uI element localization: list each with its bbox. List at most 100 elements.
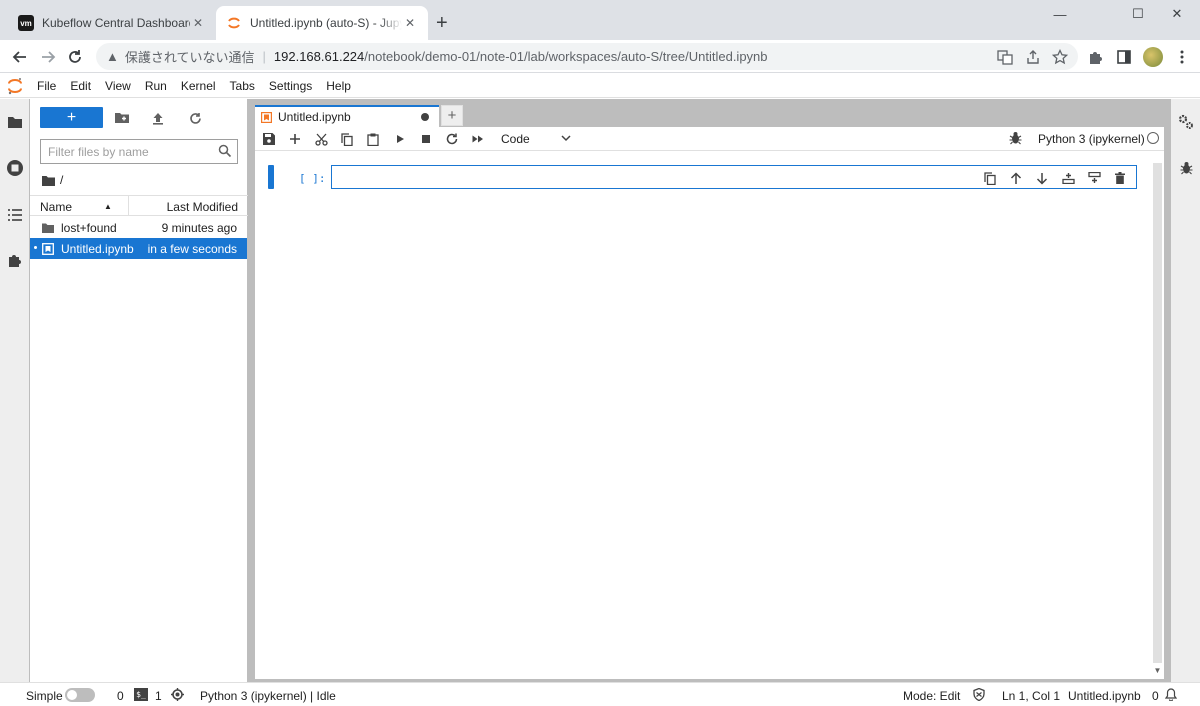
close-tab-icon[interactable]: ✕ bbox=[190, 15, 206, 31]
insert-below-icon[interactable] bbox=[1086, 170, 1102, 186]
insecure-label: 保護されていない通信 bbox=[124, 50, 255, 65]
window-close-button[interactable]: ✕ bbox=[1163, 6, 1191, 22]
filter-files-input[interactable]: Filter files by name bbox=[40, 139, 238, 164]
forward-arrow-icon[interactable] bbox=[37, 46, 59, 68]
menu-settings[interactable]: Settings bbox=[262, 79, 319, 93]
cut-icon[interactable] bbox=[313, 131, 329, 147]
new-folder-icon[interactable] bbox=[113, 109, 131, 127]
notebook-tab-icon bbox=[261, 111, 272, 123]
delete-cell-trash-icon[interactable] bbox=[1112, 170, 1128, 186]
save-icon[interactable] bbox=[261, 131, 277, 147]
table-of-contents-icon[interactable] bbox=[4, 204, 26, 226]
menu-edit[interactable]: Edit bbox=[63, 79, 98, 93]
search-icon bbox=[218, 144, 232, 158]
vertical-scrollbar[interactable] bbox=[1153, 163, 1162, 663]
file-row-lost-found[interactable]: lost+found 9 minutes ago bbox=[30, 217, 247, 238]
paste-icon[interactable] bbox=[365, 131, 381, 147]
notebook-tab[interactable]: Untitled.ipynb bbox=[255, 105, 439, 127]
chrome-menu-icon[interactable] bbox=[1173, 48, 1191, 66]
run-cell-icon[interactable] bbox=[392, 131, 408, 147]
cell-input-prompt: [ ]: bbox=[299, 172, 326, 185]
browser-tab-strip: vm Kubeflow Central Dashboard ✕ Untitled… bbox=[0, 0, 1200, 40]
simple-mode-toggle[interactable] bbox=[65, 688, 95, 702]
trusted-shield-icon[interactable] bbox=[973, 688, 985, 701]
right-activity-bar bbox=[1170, 99, 1200, 682]
cell-collapser[interactable] bbox=[268, 165, 274, 189]
terminal-count[interactable]: 0 bbox=[117, 689, 124, 703]
notification-count[interactable]: 0 bbox=[1152, 689, 1159, 703]
back-arrow-icon[interactable] bbox=[9, 46, 31, 68]
restart-run-all-icon[interactable] bbox=[470, 131, 486, 147]
move-down-arrow-icon[interactable] bbox=[1034, 170, 1050, 186]
column-last-modified[interactable]: Last Modified bbox=[167, 200, 238, 214]
scroll-down-arrow-icon[interactable]: ▼ bbox=[1153, 666, 1162, 675]
address-bar[interactable]: ▲ 保護されていない通信 | 192.168.61.224/notebook/d… bbox=[96, 43, 1078, 70]
insert-above-icon[interactable] bbox=[1060, 170, 1076, 186]
column-name[interactable]: Name bbox=[40, 200, 72, 214]
notebook-panel: Code Python 3 (ipykernel) [ ]: ▼ bbox=[255, 127, 1164, 679]
browser-tab-jupyter[interactable]: Untitled.ipynb (auto-S) - Jupyter ✕ bbox=[216, 6, 428, 40]
menu-file[interactable]: File bbox=[30, 79, 63, 93]
profile-avatar[interactable] bbox=[1143, 47, 1163, 67]
home-folder-icon[interactable] bbox=[42, 175, 55, 186]
cell-type-value: Code bbox=[501, 132, 530, 146]
add-tab-button[interactable]: + bbox=[441, 105, 463, 126]
browser-tab-kubeflow[interactable]: vm Kubeflow Central Dashboard ✕ bbox=[8, 6, 216, 40]
terminal-icon[interactable]: $_ bbox=[134, 688, 148, 701]
mode-indicator: Mode: Edit bbox=[903, 689, 961, 703]
file-row-untitled-ipynb[interactable]: Untitled.ipynb in a few seconds bbox=[30, 238, 247, 259]
translate-icon[interactable] bbox=[996, 48, 1014, 66]
new-launcher-button[interactable]: + bbox=[40, 107, 103, 128]
menu-run[interactable]: Run bbox=[138, 79, 174, 93]
reload-icon[interactable] bbox=[64, 46, 86, 68]
file-modified: 9 minutes ago bbox=[161, 220, 237, 235]
minimize-button[interactable]: — bbox=[1046, 6, 1074, 22]
cursor-position[interactable]: Ln 1, Col 1 bbox=[1002, 689, 1060, 703]
duplicate-cell-icon[interactable] bbox=[982, 170, 998, 186]
kernel-count[interactable]: 1 bbox=[155, 689, 162, 703]
file-modified: in a few seconds bbox=[147, 241, 237, 256]
menu-kernel[interactable]: Kernel bbox=[174, 79, 223, 93]
kernel-sessions-icon[interactable] bbox=[171, 688, 184, 701]
unsaved-dot-icon[interactable] bbox=[421, 113, 429, 121]
kernel-idle-status-icon bbox=[1147, 132, 1159, 144]
file-list-header: Name ▲ Last Modified bbox=[30, 195, 248, 216]
restart-kernel-icon[interactable] bbox=[444, 131, 460, 147]
cell-type-dropdown[interactable]: Code bbox=[501, 129, 571, 149]
menu-help[interactable]: Help bbox=[319, 79, 358, 93]
insert-cell-icon[interactable] bbox=[287, 131, 303, 147]
side-panel-icon[interactable] bbox=[1115, 48, 1133, 66]
url-host: 192.168.61.224 bbox=[273, 49, 365, 64]
browser-toolbar: ▲ 保護されていない通信 | 192.168.61.224/notebook/d… bbox=[0, 40, 1200, 73]
breadcrumb-root[interactable]: / bbox=[60, 173, 63, 187]
file-browser-folder-icon[interactable] bbox=[4, 111, 26, 133]
menu-view[interactable]: View bbox=[98, 79, 138, 93]
file-name: Untitled.ipynb bbox=[61, 241, 134, 256]
notebook-icon bbox=[42, 242, 54, 255]
restore-button[interactable]: ☐ bbox=[1124, 6, 1152, 22]
code-cell-editor[interactable] bbox=[331, 165, 1137, 189]
vm-favicon-icon: vm bbox=[18, 15, 34, 31]
share-icon[interactable] bbox=[1024, 48, 1042, 66]
notification-bell-icon[interactable] bbox=[1165, 688, 1177, 701]
warning-icon[interactable]: ▲ bbox=[106, 49, 119, 64]
extension-manager-icon[interactable] bbox=[4, 249, 26, 271]
extensions-puzzle-icon[interactable] bbox=[1087, 48, 1105, 66]
close-tab-icon[interactable]: ✕ bbox=[402, 15, 418, 31]
refresh-icon[interactable] bbox=[186, 109, 204, 127]
copy-icon[interactable] bbox=[339, 131, 355, 147]
debugger-bug-icon[interactable] bbox=[1009, 131, 1022, 145]
kernel-name[interactable]: Python 3 (ipykernel) bbox=[1038, 132, 1145, 146]
kernel-status-text[interactable]: Python 3 (ipykernel) | Idle bbox=[200, 689, 336, 703]
sort-ascending-icon[interactable]: ▲ bbox=[104, 202, 112, 211]
menu-tabs[interactable]: Tabs bbox=[223, 79, 262, 93]
browser-tab-title: Kubeflow Central Dashboard bbox=[42, 16, 190, 30]
interrupt-kernel-icon[interactable] bbox=[418, 131, 434, 147]
move-up-arrow-icon[interactable] bbox=[1008, 170, 1024, 186]
bookmark-star-icon[interactable] bbox=[1051, 48, 1069, 66]
property-inspector-gears-icon[interactable] bbox=[1175, 111, 1197, 133]
running-sessions-icon[interactable] bbox=[4, 157, 26, 179]
upload-icon[interactable] bbox=[149, 109, 167, 127]
debugger-bug-icon[interactable] bbox=[1175, 157, 1197, 179]
new-tab-button[interactable]: + bbox=[436, 13, 448, 33]
